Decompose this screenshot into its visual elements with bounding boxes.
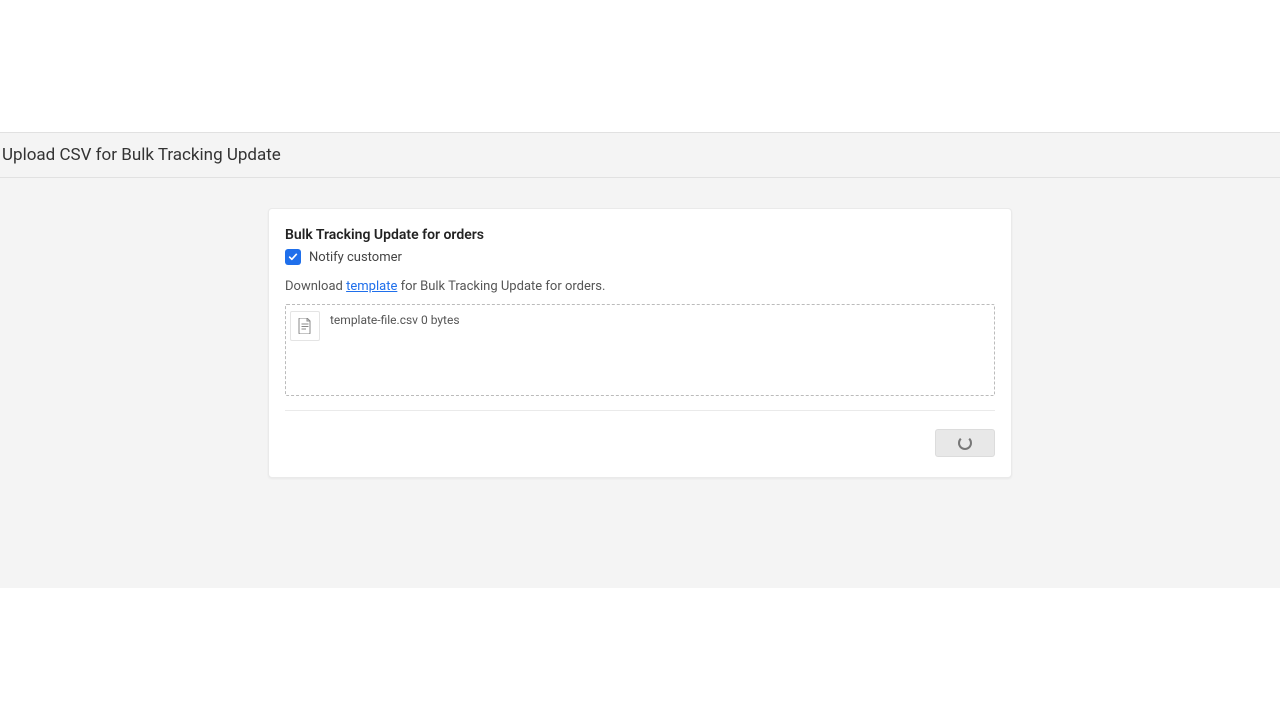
file-size: 0 bytes bbox=[421, 313, 460, 327]
uploaded-file-info: template-file.csv 0 bytes bbox=[330, 309, 460, 327]
page-body: Bulk Tracking Update for orders Notify c… bbox=[0, 178, 1280, 588]
notify-customer-checkbox[interactable] bbox=[285, 249, 301, 265]
download-prefix: Download bbox=[285, 279, 346, 294]
download-instruction: Download template for Bulk Tracking Upda… bbox=[285, 279, 995, 294]
download-suffix: for Bulk Tracking Update for orders. bbox=[397, 279, 605, 294]
check-icon bbox=[288, 252, 298, 262]
notify-customer-row[interactable]: Notify customer bbox=[285, 249, 995, 265]
download-template-link[interactable]: template bbox=[346, 279, 397, 294]
spinner-icon bbox=[958, 436, 972, 450]
card-divider bbox=[285, 410, 995, 411]
submit-button[interactable] bbox=[935, 429, 995, 457]
top-blank-region bbox=[0, 0, 1280, 132]
file-name: template-file.csv bbox=[330, 313, 418, 327]
notify-customer-label: Notify customer bbox=[309, 250, 402, 265]
file-thumbnail bbox=[290, 311, 320, 341]
card-footer bbox=[285, 429, 995, 457]
card-title: Bulk Tracking Update for orders bbox=[285, 227, 995, 243]
bulk-upload-card: Bulk Tracking Update for orders Notify c… bbox=[268, 208, 1012, 478]
page-title: Upload CSV for Bulk Tracking Update bbox=[2, 145, 1276, 165]
document-icon bbox=[298, 318, 312, 334]
page-header: Upload CSV for Bulk Tracking Update bbox=[0, 132, 1280, 178]
file-dropzone[interactable]: template-file.csv 0 bytes bbox=[285, 304, 995, 396]
